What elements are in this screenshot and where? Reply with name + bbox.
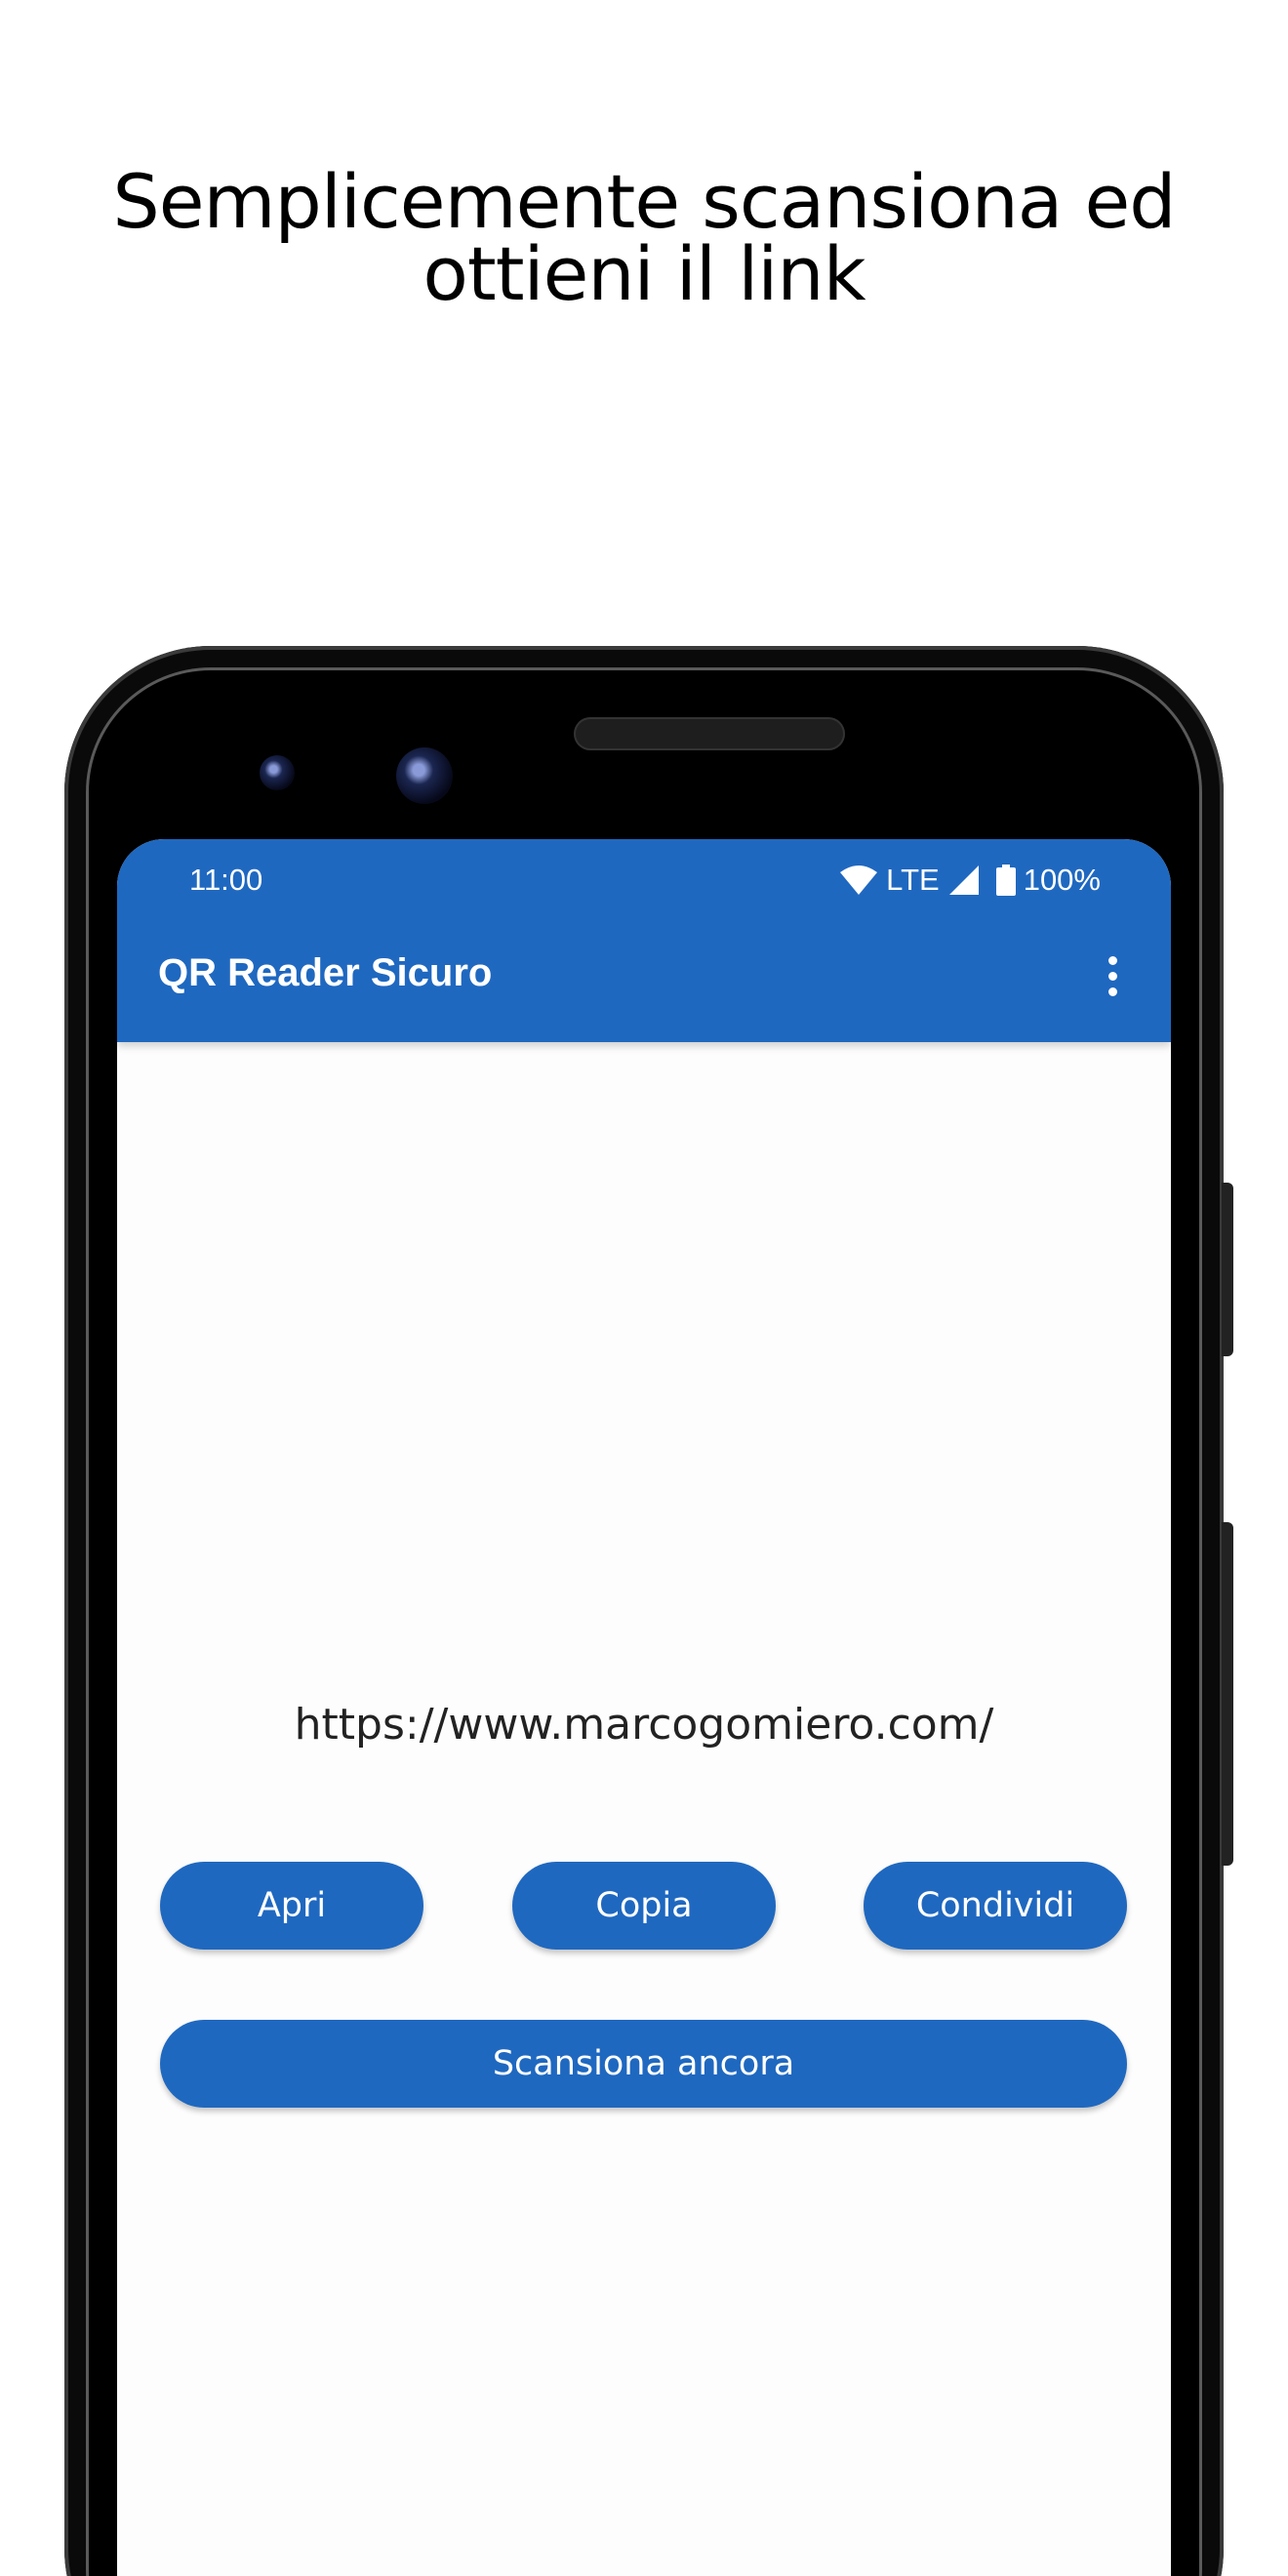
- app-bar: 11:00 LTE 100% QR Reader Sicuro: [117, 839, 1171, 1042]
- signal-icon: [947, 865, 981, 896]
- scan-again-button[interactable]: Scansiona ancora: [160, 2020, 1127, 2108]
- headline-line-1: Semplicemente scansiona ed: [112, 158, 1177, 245]
- earpiece-speaker: [574, 717, 845, 750]
- power-button: [1222, 1522, 1233, 1866]
- share-button[interactable]: Condividi: [864, 1862, 1127, 1950]
- battery-icon: [995, 865, 1016, 896]
- proximity-sensor: [260, 755, 295, 790]
- promo-headline: Semplicemente scansiona ed ottieni il li…: [0, 158, 1288, 317]
- copy-button[interactable]: Copia: [512, 1862, 776, 1950]
- status-time: 11:00: [189, 863, 263, 897]
- app-title: QR Reader Sicuro: [158, 951, 493, 994]
- scanned-url: https://www.marcogomiero.com/: [294, 1700, 994, 1750]
- battery-level: 100%: [1023, 863, 1101, 897]
- volume-button: [1222, 1183, 1233, 1356]
- open-button[interactable]: Apri: [160, 1862, 423, 1950]
- more-vert-icon[interactable]: [1093, 946, 1132, 1005]
- network-type: LTE: [886, 863, 940, 897]
- headline-line-2: ottieni il link: [423, 230, 865, 317]
- status-indicators: LTE 100%: [839, 861, 1101, 900]
- phone-screen: 11:00 LTE 100% QR Reader Sicuro https://…: [117, 839, 1171, 2576]
- front-camera: [396, 747, 453, 804]
- wifi-icon: [839, 865, 878, 896]
